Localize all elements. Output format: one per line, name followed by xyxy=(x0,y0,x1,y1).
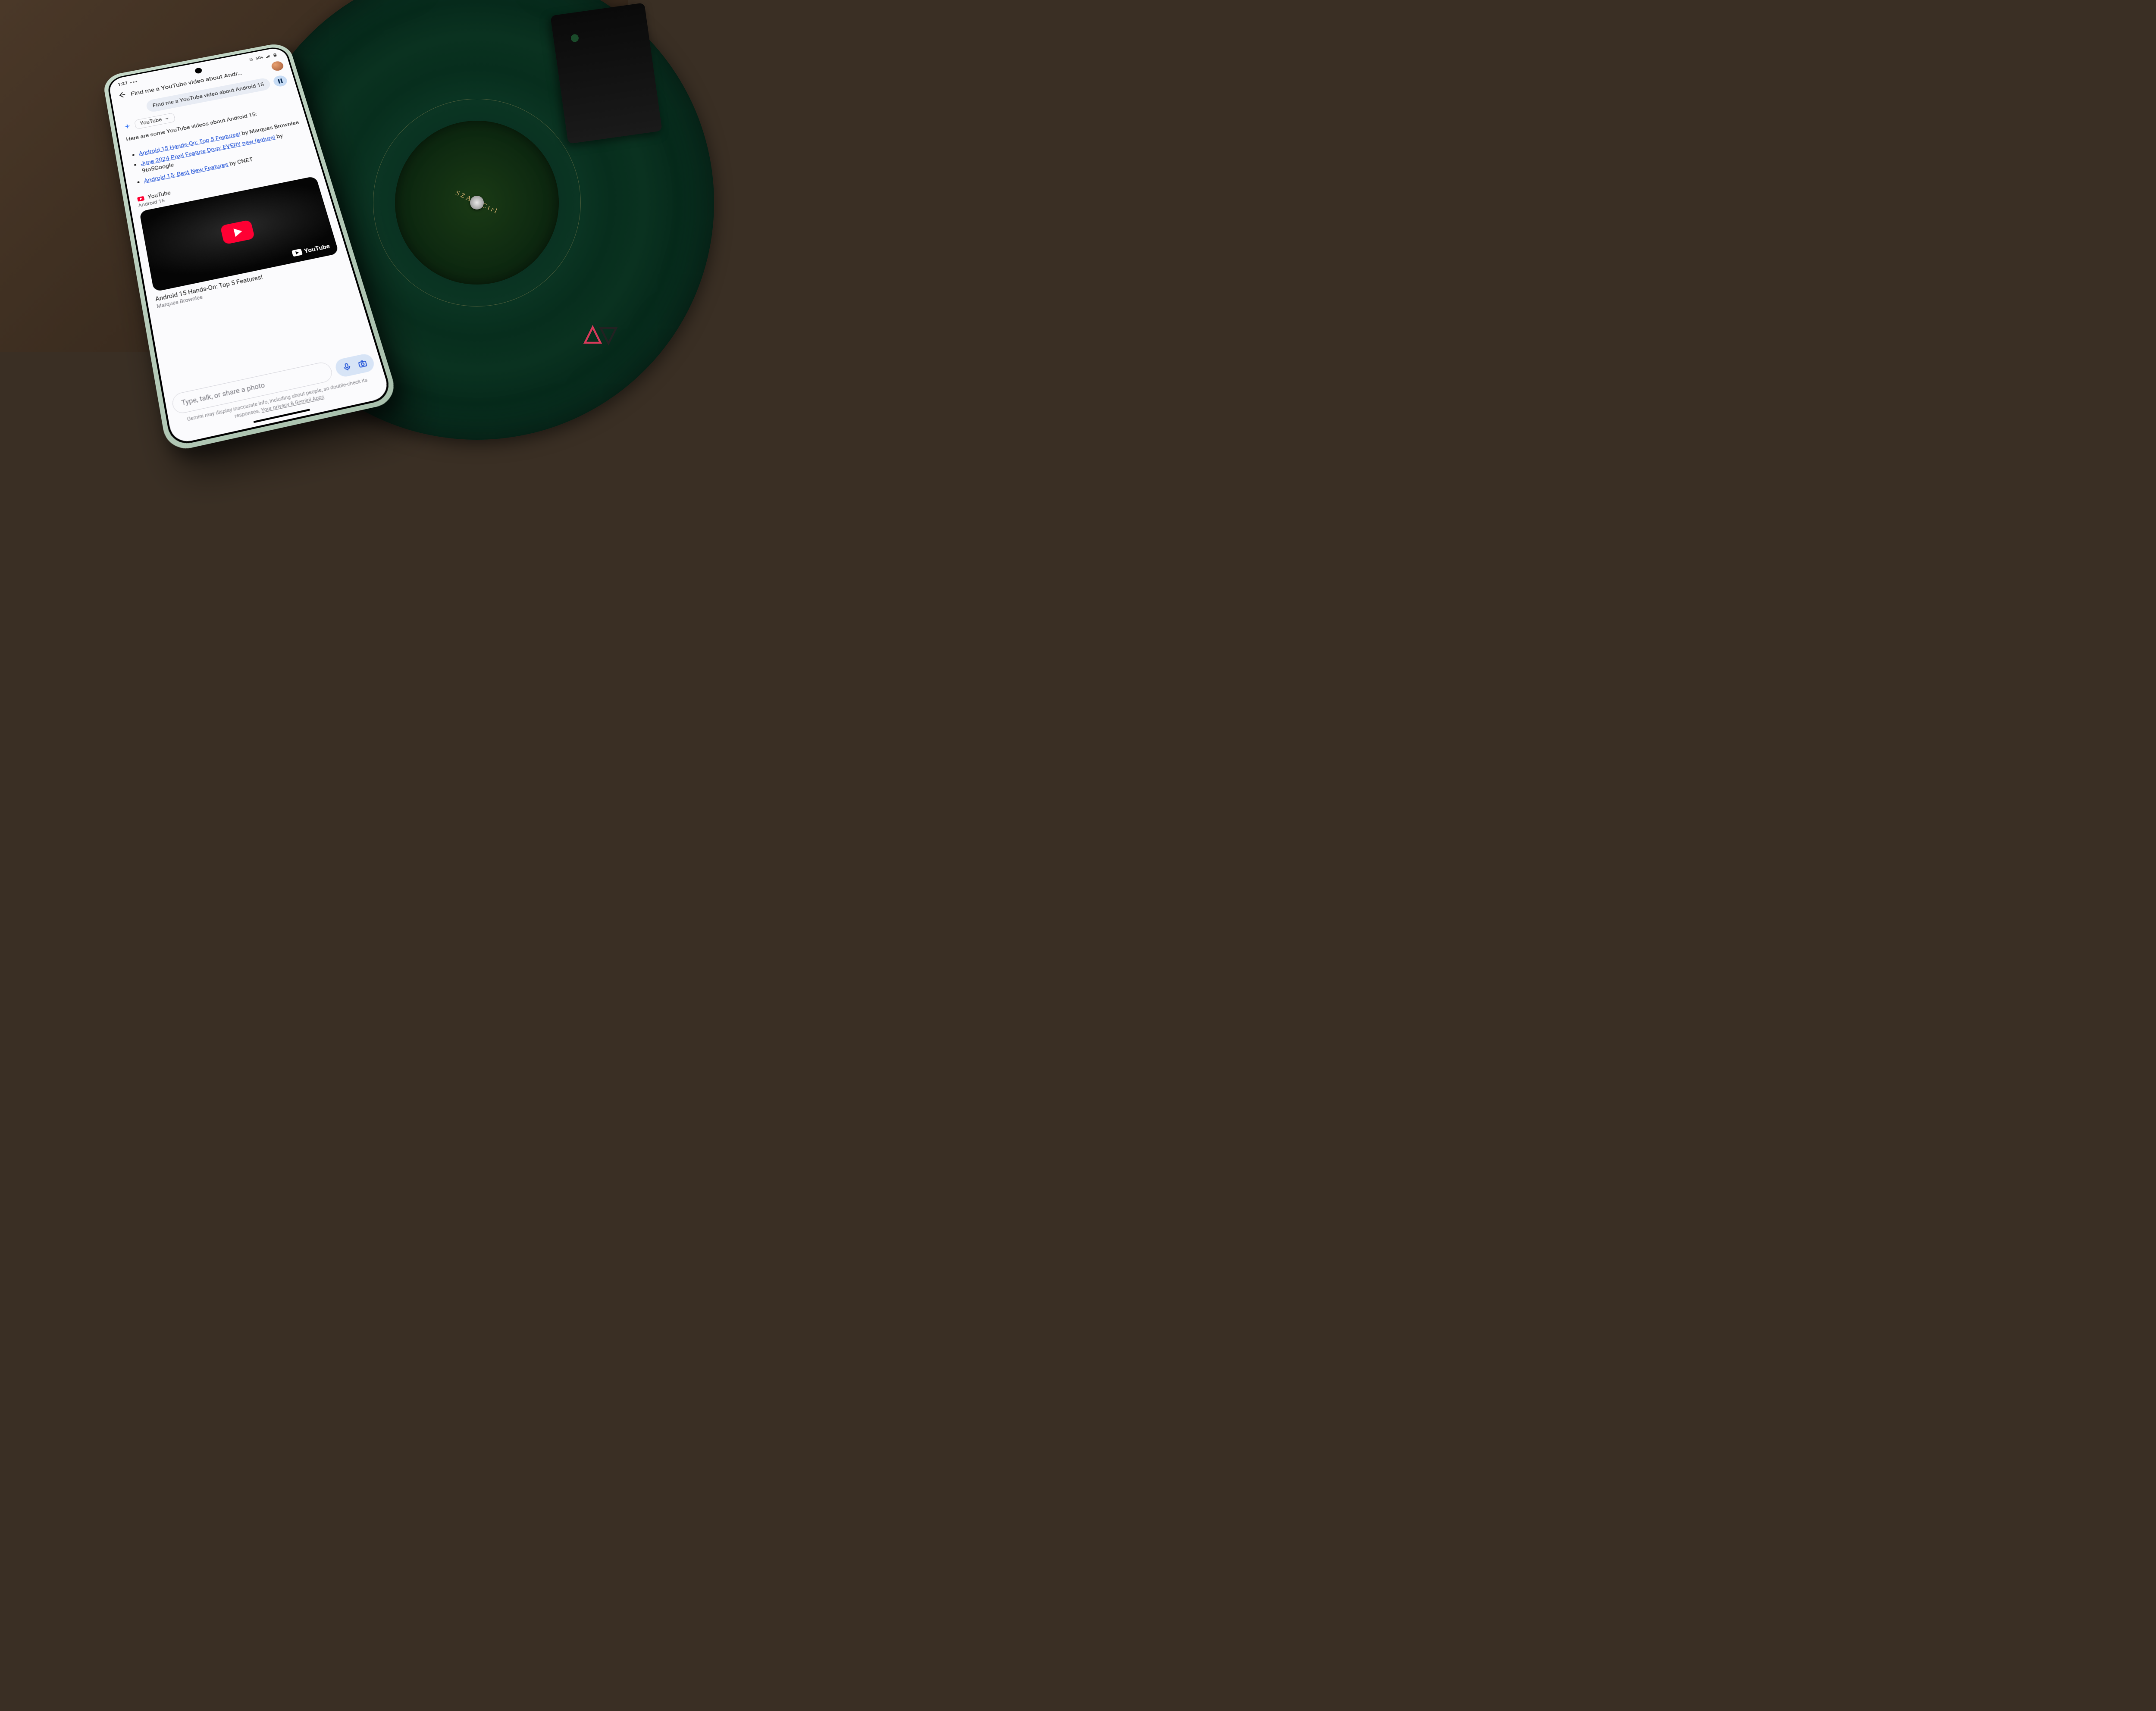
result-byline: by CNET xyxy=(227,156,254,167)
youtube-icon xyxy=(137,196,145,201)
status-time: 1:27 xyxy=(117,81,128,87)
youtube-mini-icon xyxy=(291,249,303,257)
camera-button[interactable] xyxy=(356,357,370,370)
source-chip-label: YouTube xyxy=(140,117,162,127)
signal-icon xyxy=(265,54,271,59)
profile-avatar[interactable] xyxy=(270,60,285,72)
site-watermark-icon xyxy=(583,323,620,347)
source-chip[interactable]: YouTube xyxy=(134,113,176,129)
battery-icon xyxy=(272,53,278,57)
turntable-tonearm xyxy=(550,3,662,144)
chevron-down-icon xyxy=(164,116,170,121)
network-label: 5G+ xyxy=(255,55,264,60)
alarm-icon xyxy=(248,57,254,62)
record-spindle xyxy=(470,196,484,210)
gemini-spark-icon xyxy=(123,123,132,130)
back-arrow-icon[interactable] xyxy=(117,91,127,101)
notification-dots-icon xyxy=(130,81,137,83)
youtube-watermark-label: YouTube xyxy=(303,242,330,254)
camera-icon xyxy=(357,358,368,369)
pause-button[interactable] xyxy=(272,75,288,88)
pause-icon xyxy=(277,78,283,84)
play-icon xyxy=(220,219,255,244)
video-card: YouTube Android 15 YouTube Android 15 Ha… xyxy=(137,162,345,310)
mic-button[interactable] xyxy=(340,361,354,374)
photo-scene: SZA · Ctrl 1:27 5G+ xyxy=(0,0,628,352)
youtube-watermark: YouTube xyxy=(291,242,330,257)
mic-icon xyxy=(341,362,353,372)
